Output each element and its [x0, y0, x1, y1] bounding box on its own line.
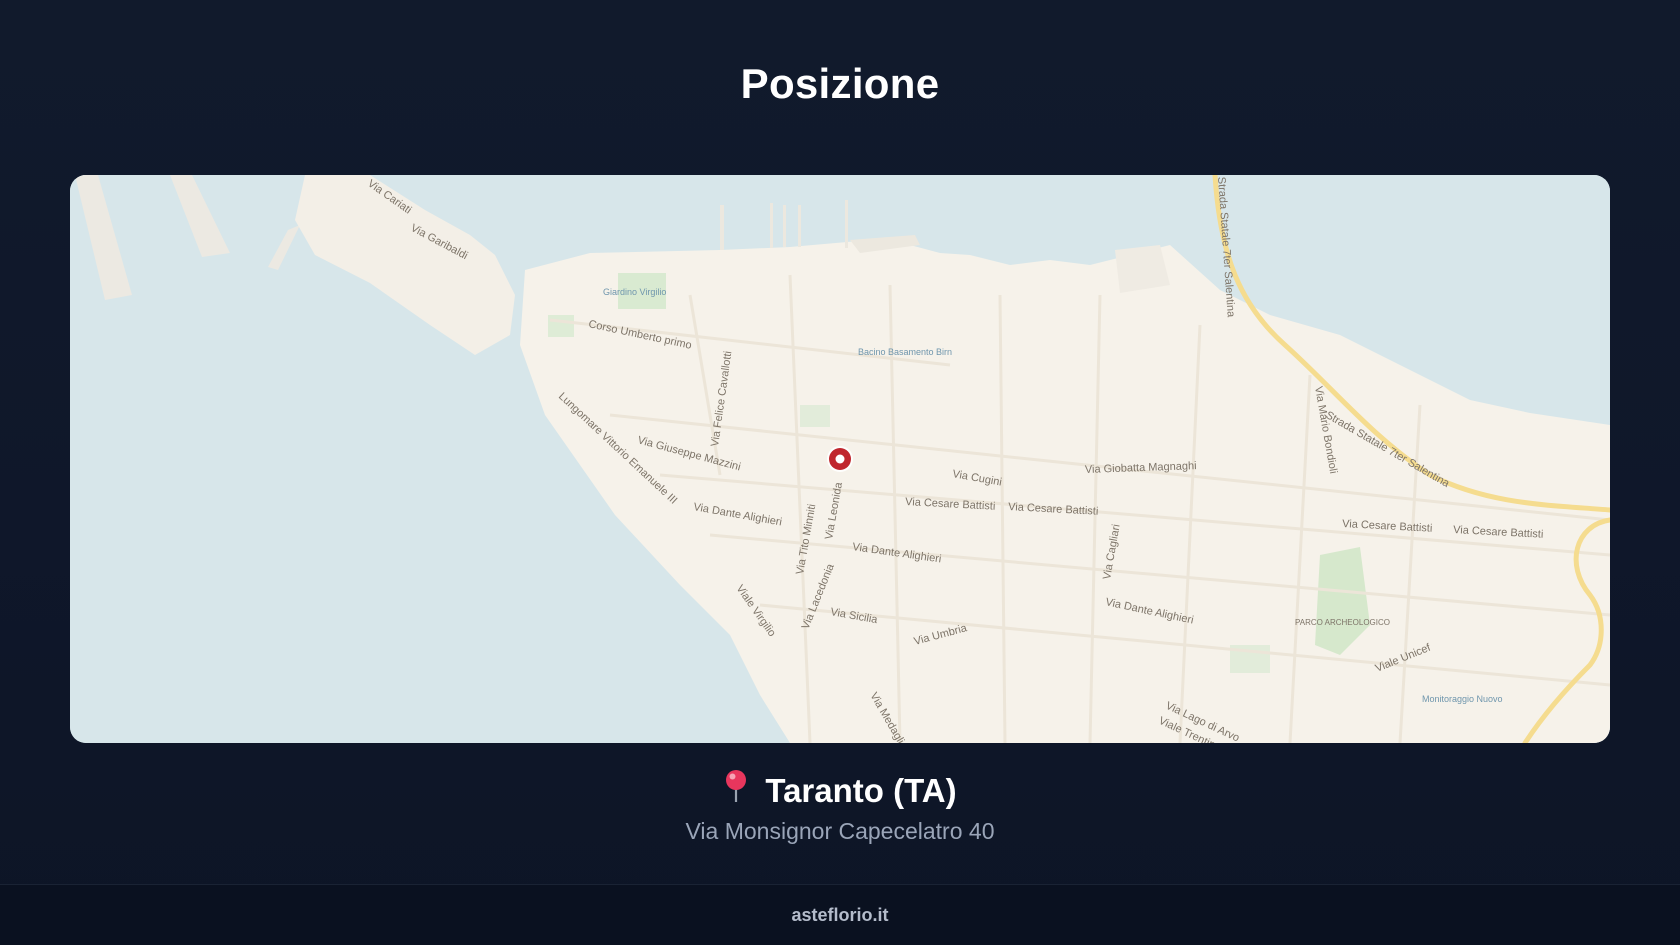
location-address: Via Monsignor Capecelatro 40: [685, 818, 995, 844]
location-heading: Taranto (TA): [0, 769, 1680, 814]
page-title: Posizione: [740, 60, 940, 107]
map-pier: [845, 200, 848, 248]
location-marker-icon[interactable]: [827, 446, 853, 472]
map-pier: [798, 205, 801, 247]
map-park: [800, 405, 830, 427]
poi-label: PARCO ARCHEOLOGICO: [1295, 618, 1390, 627]
map-harbor: [1115, 245, 1170, 293]
map-canvas[interactable]: Via Cariati Via Garibaldi Corso Umberto …: [70, 175, 1610, 743]
footer-site-link[interactable]: asteflorio.it: [0, 905, 1680, 926]
round-pushpin-icon: [723, 769, 749, 811]
location-city: Taranto (TA): [765, 772, 957, 809]
map-pier: [720, 205, 724, 250]
poi-label: Monitoraggio Nuovo: [1422, 694, 1503, 704]
map-park: [548, 315, 574, 337]
map-pier: [770, 203, 773, 248]
poi-label: Giardino Virgilio: [603, 287, 666, 297]
poi-label: Bacino Basamento Birn: [858, 347, 952, 357]
map-pier: [783, 205, 786, 247]
location-map[interactable]: Via Cariati Via Garibaldi Corso Umberto …: [70, 175, 1610, 743]
footer: asteflorio.it: [0, 884, 1680, 945]
